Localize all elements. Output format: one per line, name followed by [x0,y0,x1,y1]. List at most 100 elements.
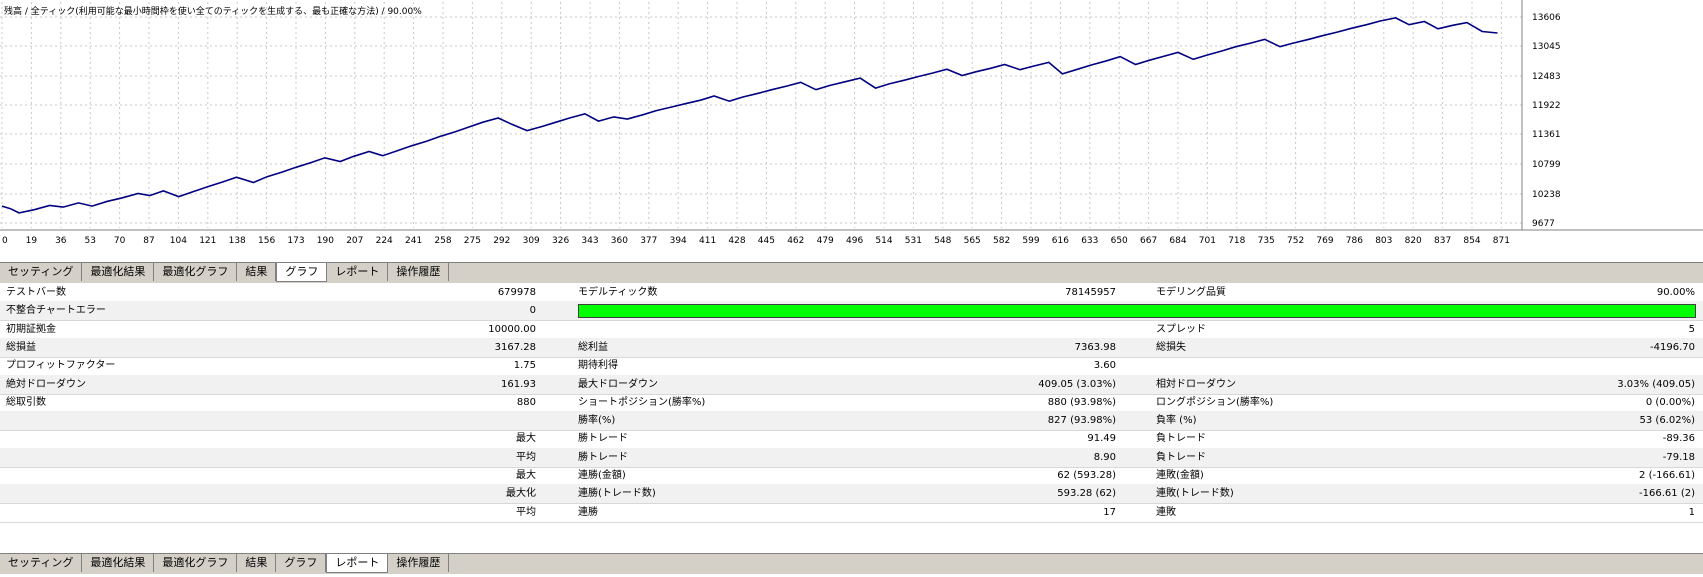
report-label: 連敗(金額) [1156,470,1204,481]
x-tick-label: 616 [1052,236,1069,246]
report-label: モデリング品質 [1156,287,1226,298]
x-tick-label: 0 [2,236,8,246]
report-value: 91.49 [1087,433,1116,445]
tab-2[interactable]: 最適化グラフ [154,554,238,572]
x-tick-label: 87 [143,236,154,246]
y-tick-label: 10799 [1532,160,1561,170]
report-row: 最大化 連勝(トレード数) 593.28 (62) 連敗(トレード数) -166.61 … [0,484,1703,505]
report-label: 勝トレード [578,433,628,445]
x-tick-label: 275 [464,236,481,246]
report-value: -79.18 [1662,451,1695,463]
balance-line [1,16,1498,214]
balance-chart: 136061304512483119221136110799102389677 … [0,0,1703,246]
tab-1[interactable]: 最適化結果 [82,263,155,281]
x-tick-label: 258 [434,236,451,246]
report-value: -89.36 [1662,433,1695,445]
report-label: 連勝 [578,506,598,518]
tab-5[interactable]: レポート [327,263,389,281]
report-label: 相対ドローダウン [1156,378,1236,390]
report-value: 409.05 (3.03%) [1038,378,1116,390]
y-tick-label: 11922 [1532,101,1561,111]
report-label: 負トレード [1156,433,1206,445]
report-label: 絶対ドローダウン [6,378,86,390]
x-tick-label: 633 [1081,236,1098,246]
report-value: 0 (0.00%) [1645,396,1695,408]
tab-bar-bottom: セッティング 最適化結果 最適化グラフ 結果 グラフ レポート 操作履歴 [0,553,1703,574]
x-tick-label: 428 [728,236,745,246]
x-tick-label: 718 [1228,236,1245,246]
x-tick-label: 309 [523,236,540,246]
x-tick-label: 377 [640,236,657,246]
report-value: 3167.28 [494,341,536,353]
report-label: 初期証拠金 [6,323,56,335]
x-tick-label: 292 [493,236,510,246]
x-tick-label: 871 [1493,236,1510,246]
report-value: 7363.98 [1074,341,1116,353]
report-row-label: 平均 [516,506,536,518]
x-tick-label: 496 [846,236,863,246]
tab-1[interactable]: 最適化結果 [82,554,155,572]
report-label: モデルティック数 [578,287,658,298]
x-tick-label: 531 [905,236,922,246]
report-value: 679978 [497,287,536,298]
report-row: 最大 連勝(金額) 62 (593.28) 連敗(金額) 2 (-166.61) [0,466,1703,486]
report-label: 総損益 [6,341,36,353]
report-row-label: 最大化 [506,488,536,500]
x-tick-label: 138 [229,236,246,246]
report-row: 総損益 3167.28 総利益 7363.98 総損失 -4196.70 [0,337,1703,358]
report-label: 総取引数 [6,396,46,408]
report-panel: テストバー数 679978 モデルティック数 78145957 モデリング品質 90.00… [0,283,1703,553]
report-value: 3.60 [1093,360,1116,372]
report-value [1480,356,1695,375]
report-row: テストバー数 679978 モデルティック数 78145957 モデリング品質 90.00… [0,283,1703,303]
x-tick-label: 394 [670,236,687,246]
report-row: 不整合チャートエラー 0 [0,301,1703,322]
tab-6[interactable]: 操作履歴 [388,263,450,281]
tab-2[interactable]: 最適化グラフ [154,263,238,281]
report-row: 最大 勝トレード 91.49 負トレード -89.36 [0,429,1703,450]
x-tick-label: 70 [114,236,126,246]
tab-0[interactable]: セッティング [0,263,83,281]
x-tick-label: 241 [405,236,422,246]
x-tick-label: 599 [1022,236,1039,246]
x-tick-label: 411 [699,236,716,246]
report-label: テストバー数 [6,287,66,298]
report-value: 0 [529,305,536,317]
tab-3[interactable]: 結果 [237,263,277,281]
report-row: 平均 勝トレード 8.90 負トレード -79.18 [0,447,1703,468]
y-tick-label: 11361 [1532,130,1561,140]
report-value: 3.03% (409.05) [1617,378,1695,390]
report-value: 1 [1688,506,1695,518]
y-tick-label: 13045 [1532,42,1561,52]
tab-3[interactable]: 結果 [237,554,277,572]
x-tick-label: 514 [875,236,892,246]
report-label: 最大ドローダウン [578,378,658,390]
report-label: 勝率(%) [578,415,616,427]
report-value: 90.00% [1656,287,1695,298]
x-tick-label: 667 [1140,236,1157,246]
x-tick-label: 190 [317,236,334,246]
tab-6[interactable]: 操作履歴 [388,554,450,572]
report-value: 880 [516,396,536,408]
report-row-label: 平均 [516,451,536,463]
report-label: プロフィットファクター [6,360,116,372]
x-tick-label: 548 [934,236,951,246]
report-row: 平均 連勝 17 連敗 1 [0,503,1703,523]
report-value: 593.28 (62) [1057,488,1116,500]
report-row: 勝率(%) 827 (93.98%) 負率 (%) 53 (6.02%) [0,411,1703,432]
report-label: 負トレード [1156,451,1206,463]
x-tick-label: 104 [170,236,187,246]
tab-4[interactable]: グラフ [276,554,327,572]
report-label: スプレッド [1156,323,1206,335]
report-label: 連勝(金額) [578,470,626,481]
tab-5[interactable]: レポート [326,554,389,573]
x-tick-label: 650 [1111,236,1128,246]
report-label: 連勝(トレード数) [578,488,656,500]
tab-bar-top: セッティング 最適化結果 最適化グラフ 結果 グラフ レポート 操作履歴 [0,262,1703,283]
report-value: -166.61 (2) [1639,488,1695,500]
report-row-label [380,411,536,430]
x-tick-label: 735 [1258,236,1275,246]
x-tick-label: 752 [1287,236,1304,246]
tab-0[interactable]: セッティング [0,554,83,572]
tab-4[interactable]: グラフ [276,263,328,282]
